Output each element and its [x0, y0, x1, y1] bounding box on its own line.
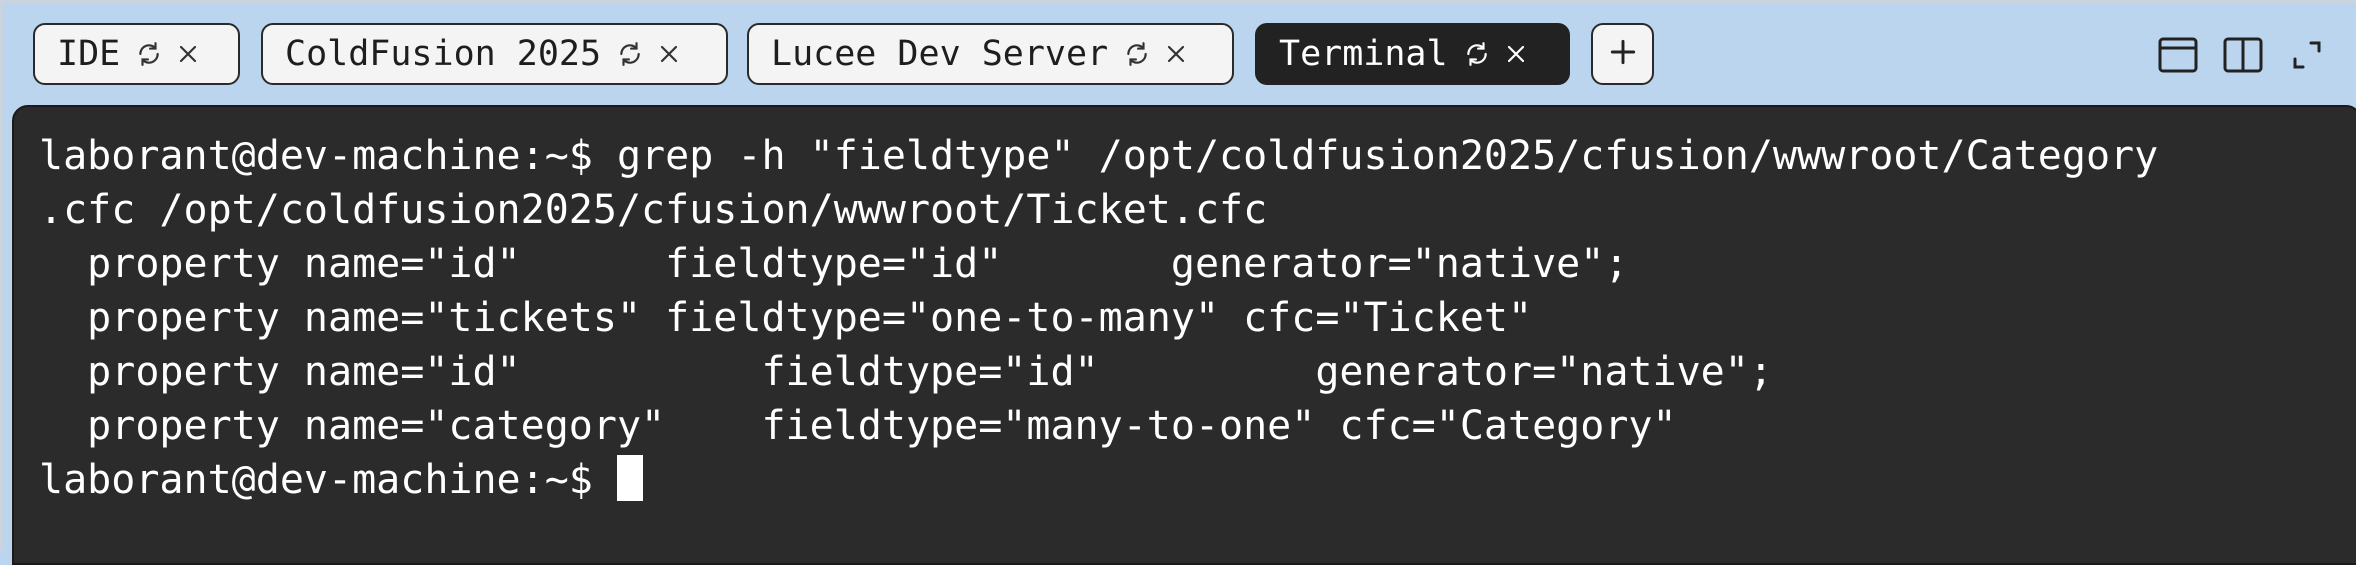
tab-coldfusion-2025[interactable]: ColdFusion 2025: [261, 23, 728, 85]
tab-label: ColdFusion 2025: [285, 34, 602, 74]
terminal-line: property name="tickets" fieldtype="one-t…: [39, 295, 1533, 341]
terminal-prompt-line[interactable]: laborant@dev-machine:~$: [39, 453, 2356, 507]
refresh-icon[interactable]: [617, 41, 643, 67]
window-icon[interactable]: [2156, 33, 2200, 77]
plus-icon: [1607, 36, 1639, 72]
refresh-icon[interactable]: [1464, 41, 1490, 67]
tab-ide[interactable]: IDE: [33, 23, 240, 85]
tab-label: Lucee Dev Server: [771, 34, 1109, 74]
terminal-line: .cfc /opt/coldfusion2025/cfusion/wwwroot…: [39, 187, 1268, 233]
terminal-line: property name="id" fieldtype="id" genera…: [39, 349, 1773, 395]
close-icon[interactable]: [176, 42, 200, 66]
tab-terminal[interactable]: Terminal: [1255, 23, 1570, 85]
tab-lucee-dev-server[interactable]: Lucee Dev Server: [747, 23, 1234, 85]
close-icon[interactable]: [1504, 42, 1528, 66]
tab-label: IDE: [57, 34, 121, 74]
expand-icon[interactable]: [2285, 33, 2329, 77]
tab-label: Terminal: [1279, 34, 1448, 74]
refresh-icon[interactable]: [1124, 41, 1150, 67]
split-view-icon[interactable]: [2221, 33, 2265, 77]
terminal-prompt: laborant@dev-machine:~$: [39, 457, 617, 503]
close-icon[interactable]: [657, 42, 681, 66]
terminal-output[interactable]: laborant@dev-machine:~$ grep -h "fieldty…: [12, 105, 2356, 565]
terminal-line: laborant@dev-machine:~$ grep -h "fieldty…: [39, 133, 2159, 179]
close-icon[interactable]: [1164, 42, 1188, 66]
tab-bar: IDE ColdFusion 2025 Lucee Dev Server Ter…: [3, 3, 2356, 105]
refresh-icon[interactable]: [136, 41, 162, 67]
terminal-cursor: [616, 455, 643, 501]
terminal-line: property name="id" fieldtype="id" genera…: [39, 241, 1629, 287]
new-tab-button[interactable]: [1591, 23, 1654, 85]
terminal-line: property name="category" fieldtype="many…: [39, 403, 1677, 449]
